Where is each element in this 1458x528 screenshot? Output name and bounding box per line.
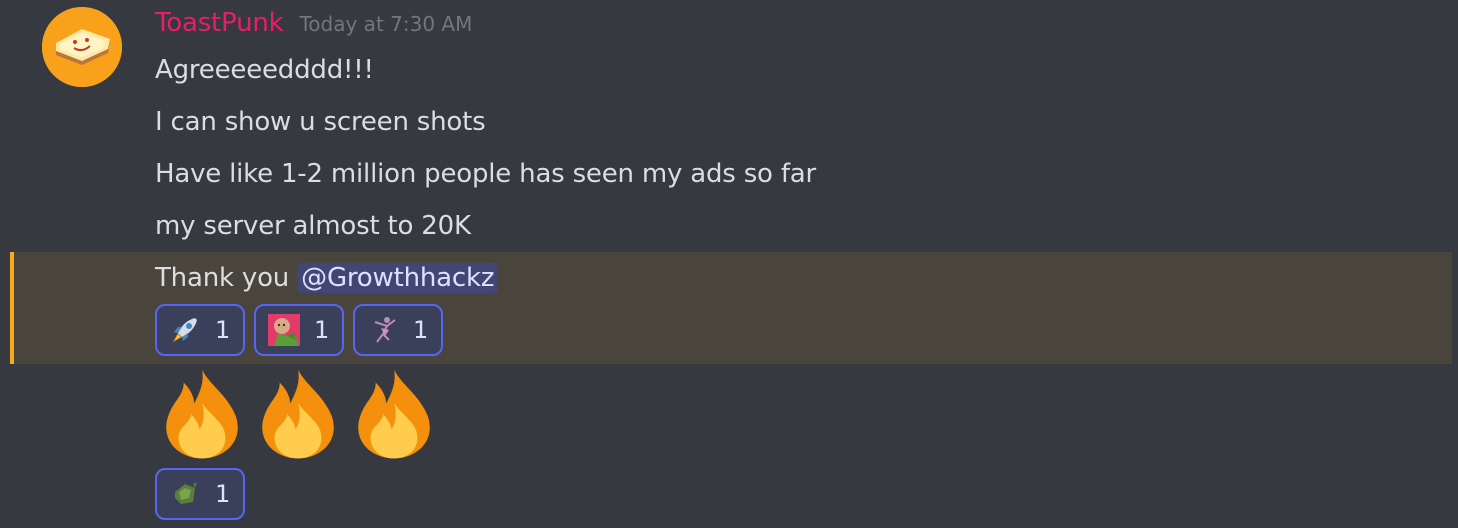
user-mention[interactable]: @Growthhackz xyxy=(297,263,499,293)
chat-message-area: ToastPunk Today at 7:30 AM Agreeeeedddd!… xyxy=(0,0,1458,528)
message-line: Have like 1-2 million people has seen my… xyxy=(155,159,816,189)
reaction-count: 1 xyxy=(314,316,330,344)
message-line: I can show u screen shots xyxy=(155,107,486,137)
username[interactable]: ToastPunk xyxy=(155,8,284,38)
reaction-custom-dancer[interactable]: 1 xyxy=(353,304,443,356)
rocket-icon xyxy=(173,318,197,342)
reactions-row: 1 xyxy=(155,468,245,520)
custom-dancer-emoji xyxy=(374,317,396,343)
avatar[interactable] xyxy=(42,7,122,87)
custom-character-emoji xyxy=(268,314,300,346)
message-text: Thank you xyxy=(155,263,298,293)
reaction-custom-green[interactable]: 1 xyxy=(155,468,245,520)
message-line: my server almost to 20K xyxy=(155,211,471,241)
reactions-row: 1 1 1 xyxy=(155,304,443,356)
reaction-custom-character[interactable]: 1 xyxy=(254,304,344,356)
timestamp[interactable]: Today at 7:30 AM xyxy=(299,12,472,36)
message-line: Agreeeeedddd!!! xyxy=(155,55,374,85)
message-header: ToastPunk Today at 7:30 AM xyxy=(155,8,472,44)
fire-icon xyxy=(262,369,334,459)
custom-green-emoji xyxy=(175,482,197,504)
message-line-mention: Thank you @Growthhackz xyxy=(155,260,499,296)
fire-icon xyxy=(358,369,430,459)
reaction-count: 1 xyxy=(215,480,231,508)
toast-icon xyxy=(42,7,122,87)
fire-icon xyxy=(166,369,238,459)
reaction-count: 1 xyxy=(215,316,231,344)
reaction-rocket[interactable]: 1 xyxy=(155,304,245,356)
reaction-count: 1 xyxy=(413,316,429,344)
big-emoji-row xyxy=(155,366,441,462)
